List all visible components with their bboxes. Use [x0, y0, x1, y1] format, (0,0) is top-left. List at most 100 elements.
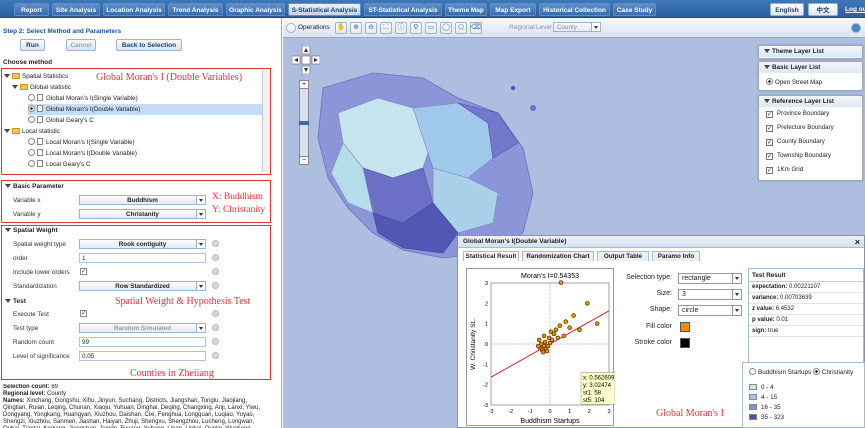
radio-button-selected[interactable] [766, 78, 773, 85]
back-to-selection-button[interactable]: Back to Selection [116, 39, 182, 51]
layer-township-boundary[interactable]: ✓ Township Boundary [766, 152, 831, 160]
execute-test-checkbox[interactable]: ✓ [80, 310, 87, 317]
layer-1km-grid[interactable]: ✓ 1Km Grid [766, 166, 803, 174]
marker-icon[interactable]: ⚲ [410, 22, 422, 34]
zoom-in-button[interactable]: + [300, 81, 308, 89]
tree-item-local-moran-single[interactable]: Local Moran's I(Single Variable) [28, 137, 135, 148]
tab-paramo-info[interactable]: Paramo Info [652, 251, 700, 261]
rectangle-select-icon[interactable]: ▭ [425, 22, 437, 34]
tab-report[interactable]: Report [14, 3, 49, 16]
layer-province-boundary[interactable]: ✓ Province Boundary [766, 110, 829, 118]
tree-item-local-geary[interactable]: Local Geary's C [28, 159, 91, 170]
variable-y-select[interactable]: Christanity [79, 209, 206, 219]
chevron-down-icon[interactable] [732, 290, 741, 299]
tree-node-local-statistic[interactable]: Local statistic [4, 126, 60, 137]
radio-button[interactable] [28, 116, 35, 123]
layer-prefecture-boundary[interactable]: ✓ Prefecture Boundary [766, 124, 834, 132]
tree-item-global-moran-single[interactable]: Global Moran's I(Single Variable) [28, 93, 138, 104]
help-icon[interactable] [212, 268, 219, 275]
expand-arrow-icon[interactable] [4, 129, 10, 133]
tab-map-export[interactable]: Map Export [490, 3, 536, 16]
chevron-down-icon[interactable] [196, 282, 205, 290]
chevron-down-icon[interactable] [732, 274, 741, 283]
tree-scrollbar[interactable] [262, 70, 270, 172]
tree-item-local-moran-double[interactable]: Local Moran's I(Double Variable) [28, 148, 137, 159]
radio-button[interactable] [28, 160, 35, 167]
size-select[interactable]: 3 [678, 289, 742, 300]
radio-button-selected[interactable] [28, 105, 35, 112]
tab-historical-collection[interactable]: Historical Collection [539, 3, 610, 16]
help-icon[interactable] [212, 254, 219, 261]
checkbox[interactable]: ✓ [766, 111, 773, 118]
tree-item-global-moran-double[interactable]: Global Moran's I(Double Variable) [28, 104, 262, 115]
selection-type-select[interactable]: rectangle [678, 273, 742, 284]
tree-node-global-statistic[interactable]: Global statistic [12, 82, 71, 93]
tab-case-study[interactable]: Case Study [613, 3, 656, 16]
variable-x-select[interactable]: Buddhism [79, 195, 206, 205]
radio-button[interactable] [749, 368, 756, 375]
collapse-arrow-icon[interactable] [5, 184, 11, 188]
zoom-slider[interactable]: + − [299, 80, 309, 165]
tab-trend-analysis[interactable]: Trend Analysis [168, 3, 223, 16]
collapse-panel-icon[interactable] [851, 23, 861, 33]
tab-st-statistical-analysis[interactable]: ST-Statistical Analysis [364, 3, 442, 16]
include-lower-orders-checkbox[interactable]: ✓ [80, 268, 87, 275]
cancel-button[interactable]: Cancel [66, 39, 96, 51]
legend-option-christianity[interactable]: Christianity [813, 368, 853, 376]
zoom-out-icon[interactable]: ⊖ [365, 22, 377, 34]
language-chinese-button[interactable]: 中文 [808, 3, 838, 16]
chevron-down-icon[interactable] [732, 306, 741, 315]
chevron-down-icon[interactable] [196, 196, 205, 204]
checkbox[interactable]: ✓ [766, 125, 773, 132]
tab-site-analysis[interactable]: Site Analysis [52, 3, 100, 16]
order-input[interactable]: 1 [79, 253, 206, 263]
clear-selection-icon[interactable]: ⌫ [470, 22, 482, 34]
scatter-svg[interactable]: Moran's I=0.54353 Buddhism Startups W. Chr… [467, 269, 616, 427]
fill-color-swatch[interactable] [680, 322, 690, 332]
circle-select-icon[interactable]: ◯ [440, 22, 452, 34]
checkbox[interactable]: ✓ [766, 139, 773, 146]
full-extent-icon[interactable]: ⛶ [380, 22, 392, 34]
layer-open-street-map[interactable]: Open Street Map [766, 78, 822, 86]
regional-level-select[interactable]: County [553, 22, 601, 32]
collapse-arrow-icon[interactable] [5, 299, 11, 303]
expand-arrow-icon[interactable] [12, 85, 18, 89]
spatial-weight-type-select[interactable]: Rook contiguity [79, 239, 206, 249]
tab-location-analysis[interactable]: Location Analysis [103, 3, 165, 16]
radio-button[interactable] [28, 149, 35, 156]
zoom-in-icon[interactable]: ⊕ [350, 22, 362, 34]
tab-graphic-analysis[interactable]: Graphic Analysis [226, 3, 285, 16]
collapse-arrow-icon[interactable] [764, 99, 770, 103]
help-icon[interactable] [212, 352, 219, 359]
chevron-down-icon[interactable] [591, 23, 600, 31]
help-icon[interactable] [212, 338, 219, 345]
chevron-down-icon[interactable] [196, 324, 205, 332]
random-count-input[interactable]: 99 [79, 337, 206, 347]
close-icon[interactable]: × [855, 237, 860, 247]
operations-icon[interactable] [286, 23, 296, 33]
pan-hand-icon[interactable]: ✋ [335, 22, 347, 34]
layer-county-boundary[interactable]: ✓ County Boundary [766, 138, 825, 146]
zoom-out-button[interactable]: − [300, 156, 308, 164]
zoom-handle[interactable] [299, 121, 309, 125]
checkbox[interactable]: ✓ [766, 167, 773, 174]
run-button[interactable]: Run [20, 39, 45, 51]
tree-node-spatial-statistics[interactable]: Spatial Statistics [4, 71, 68, 82]
language-english-button[interactable]: English [770, 3, 804, 16]
checkbox[interactable]: ✓ [766, 153, 773, 160]
radio-button[interactable] [28, 138, 35, 145]
test-type-select[interactable]: Random Simulated [79, 323, 206, 333]
pan-control-icon[interactable] [292, 46, 320, 74]
help-icon[interactable] [212, 310, 219, 317]
tab-output-table[interactable]: Output Table [597, 251, 649, 261]
help-icon[interactable] [212, 282, 219, 289]
help-icon[interactable] [212, 240, 219, 247]
stroke-color-swatch[interactable] [680, 338, 690, 348]
tab-s-statistical-analysis[interactable]: S-Statistical Analysis [288, 3, 361, 16]
polygon-select-icon[interactable]: ⬠ [455, 22, 467, 34]
legend-option-buddhism[interactable]: Buddhism Startups [749, 368, 811, 376]
radio-button[interactable] [28, 94, 35, 101]
tab-theme-map[interactable]: Theme Map [445, 3, 487, 16]
moran-scatter-plot[interactable]: Moran's I=0.54353 Buddhism Startups W. Chr… [466, 268, 616, 427]
chevron-down-icon[interactable] [196, 210, 205, 218]
